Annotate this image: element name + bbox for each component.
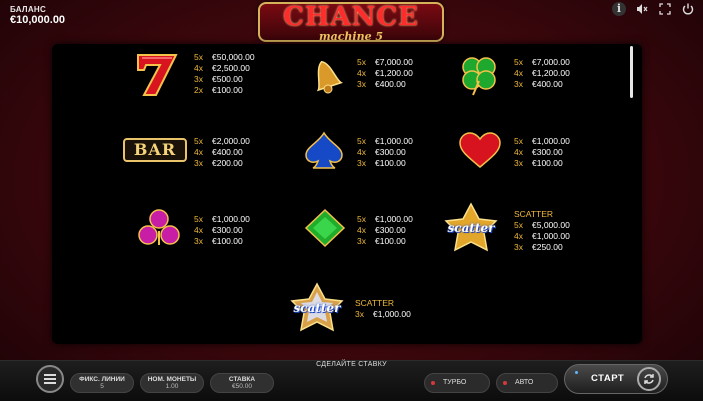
bet-label: СТАВКА	[228, 376, 256, 383]
turbo-toggle[interactable]: ТУРБО	[424, 373, 490, 393]
fixed-lines-value: 5	[100, 383, 104, 390]
gold-scatter-payouts: SCATTER 5x €5,000.00 4x €1,000.00 3x €250.0…	[514, 209, 570, 252]
gold-scatter-symbol: scatter	[436, 202, 506, 254]
paytable-scrollbar[interactable]	[630, 46, 633, 98]
info-icon[interactable]: i	[612, 2, 626, 16]
coin-value-control[interactable]: НОМ. МОНЕТЫ 1.00	[140, 373, 204, 393]
bar-payouts: 5x €2,000.00 4x €400.00 3x €200.00	[194, 136, 250, 168]
fullscreen-icon[interactable]	[658, 2, 672, 16]
bell-payouts: 5x €7,000.00 4x €1,200.00 3x €400.00	[357, 57, 413, 89]
start-label: СТАРТ	[591, 373, 625, 384]
seven-payouts: 5x €50,000.00 4x €2,500.00 3x €500.00 2x €10…	[194, 52, 255, 95]
auto-label: АВТО	[515, 379, 534, 386]
coin-value: 1.00	[165, 383, 179, 390]
turbo-indicator-icon	[431, 381, 435, 385]
seven-symbol	[130, 50, 184, 98]
bar-symbol-label: BAR	[123, 138, 187, 162]
menu-icon-line	[44, 382, 56, 384]
balance-value: €10,000.00	[10, 14, 66, 26]
bar-symbol: BAR	[122, 136, 188, 164]
scatter-label: SCATTER	[514, 209, 554, 219]
silver-scatter-payouts: SCATTER 3x €1,000.00	[355, 298, 411, 319]
auto-indicator-icon	[503, 381, 507, 385]
scatter-label: SCATTER	[355, 298, 395, 308]
menu-icon-line	[44, 378, 56, 380]
fixed-lines-label: ФИКС. ЛИНИИ	[79, 376, 125, 383]
bet-value: €50.00	[232, 383, 252, 390]
auto-toggle[interactable]: АВТО	[496, 373, 558, 393]
top-controls: i	[612, 2, 695, 16]
spade-symbol	[298, 128, 350, 172]
spade-payouts: 5x €1,000.00 4x €300.00 3x €100.00	[357, 136, 413, 168]
power-icon[interactable]	[681, 2, 695, 16]
menu-icon-line	[44, 374, 56, 376]
paytable-panel[interactable]: 5x €50,000.00 4x €2,500.00 3x €500.00 2x €10…	[52, 44, 642, 344]
start-button[interactable]: СТАРТ	[564, 364, 668, 394]
club-payouts: 5x €1,000.00 4x €300.00 3x €100.00	[194, 214, 250, 246]
diamond-symbol	[300, 206, 350, 250]
clover-symbol	[452, 50, 506, 100]
spin-icon[interactable]	[637, 367, 661, 391]
start-indicator-icon	[575, 371, 578, 374]
balance-label: БАЛАНС	[10, 5, 47, 14]
menu-button[interactable]	[36, 365, 64, 393]
diamond-payouts: 5x €1,000.00 4x €300.00 3x €100.00	[357, 214, 413, 246]
silver-scatter-symbol: scatter	[282, 282, 352, 334]
mute-icon[interactable]	[635, 2, 649, 16]
game-logo: CHANCE machine 5	[258, 2, 444, 43]
bell-symbol	[296, 50, 352, 98]
coin-value-label: НОМ. МОНЕТЫ	[147, 376, 197, 383]
club-symbol	[132, 206, 186, 250]
clover-payouts: 5x €7,000.00 4x €1,200.00 3x €400.00	[514, 57, 570, 89]
heart-symbol	[454, 128, 506, 172]
heart-payouts: 5x €1,000.00 4x €300.00 3x €100.00	[514, 136, 570, 168]
logo-title: CHANCE	[283, 2, 419, 32]
gold-scatter-text: scatter	[447, 221, 495, 235]
bet-control[interactable]: СТАВКА €50.00	[210, 373, 274, 393]
turbo-label: ТУРБО	[443, 379, 467, 386]
silver-scatter-text: scatter	[293, 301, 341, 315]
fixed-lines-control[interactable]: ФИКС. ЛИНИИ 5	[70, 373, 134, 393]
logo-subtitle: machine 5	[318, 30, 384, 43]
